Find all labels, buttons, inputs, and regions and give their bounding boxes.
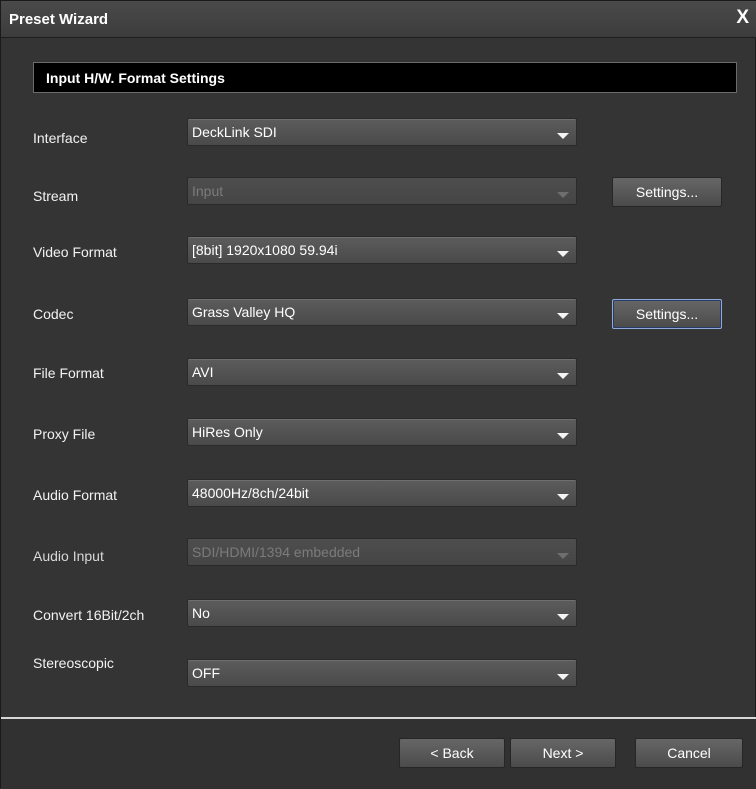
codec-settings-button[interactable]: Settings... <box>612 299 722 329</box>
chevron-down-icon <box>557 553 569 559</box>
interface-value: DeckLink SDI <box>192 124 277 140</box>
video-format-value: [8bit] 1920x1080 59.94i <box>192 242 338 258</box>
chevron-down-icon <box>557 313 569 319</box>
file-format-dropdown[interactable]: AVI <box>187 358 577 386</box>
interface-label: Interface <box>33 130 88 146</box>
convert-value: No <box>192 605 210 621</box>
title-bar[interactable]: Preset Wizard X <box>1 1 756 38</box>
chevron-down-icon <box>557 433 569 439</box>
stream-dropdown: Input <box>187 177 577 205</box>
chevron-down-icon <box>557 251 569 257</box>
audio-format-label: Audio Format <box>33 487 118 503</box>
codec-value: Grass Valley HQ <box>192 304 296 320</box>
chevron-down-icon <box>557 192 569 198</box>
codec-dropdown[interactable]: Grass Valley HQ <box>187 298 577 326</box>
preset-wizard-dialog: Preset Wizard X Input H/W. Format Settin… <box>0 0 756 789</box>
chevron-down-icon <box>557 373 569 379</box>
audio-format-value: 48000Hz/8ch/24bit <box>192 485 309 501</box>
chevron-down-icon <box>557 674 569 680</box>
audio-input-value: SDI/HDMI/1394 embedded <box>192 544 361 560</box>
chevron-down-icon <box>557 614 569 620</box>
convert-dropdown[interactable]: No <box>187 599 577 627</box>
proxy-file-label: Proxy File <box>33 426 96 442</box>
file-format-label: File Format <box>33 365 104 381</box>
close-icon[interactable]: X <box>736 8 749 28</box>
proxy-file-value: HiRes Only <box>192 424 263 440</box>
stream-settings-button[interactable]: Settings... <box>612 177 722 207</box>
cancel-button[interactable]: Cancel <box>635 738 743 768</box>
stream-value: Input <box>192 183 224 199</box>
stereoscopic-dropdown[interactable]: OFF <box>187 659 577 687</box>
section-title: Input H/W. Format Settings <box>46 70 225 86</box>
window-title: Preset Wizard <box>9 11 109 28</box>
video-format-label: Video Format <box>33 244 117 260</box>
audio-input-dropdown: SDI/HDMI/1394 embedded <box>187 538 577 566</box>
chevron-down-icon <box>557 494 569 500</box>
stereoscopic-label: Stereoscopic <box>33 655 114 671</box>
video-format-dropdown[interactable]: [8bit] 1920x1080 59.94i <box>187 236 577 264</box>
next-button[interactable]: Next > <box>510 738 616 768</box>
audio-input-label: Audio Input <box>33 548 104 564</box>
audio-format-dropdown[interactable]: 48000Hz/8ch/24bit <box>187 479 577 507</box>
stereoscopic-value: OFF <box>192 665 220 681</box>
interface-dropdown[interactable]: DeckLink SDI <box>187 118 577 146</box>
chevron-down-icon <box>557 133 569 139</box>
section-header: Input H/W. Format Settings <box>33 62 737 93</box>
file-format-value: AVI <box>192 364 214 380</box>
back-button[interactable]: < Back <box>399 738 505 768</box>
proxy-file-dropdown[interactable]: HiRes Only <box>187 418 577 446</box>
codec-label: Codec <box>33 306 74 322</box>
stream-label: Stream <box>33 188 79 204</box>
convert-label: Convert 16Bit/2ch <box>33 607 145 623</box>
